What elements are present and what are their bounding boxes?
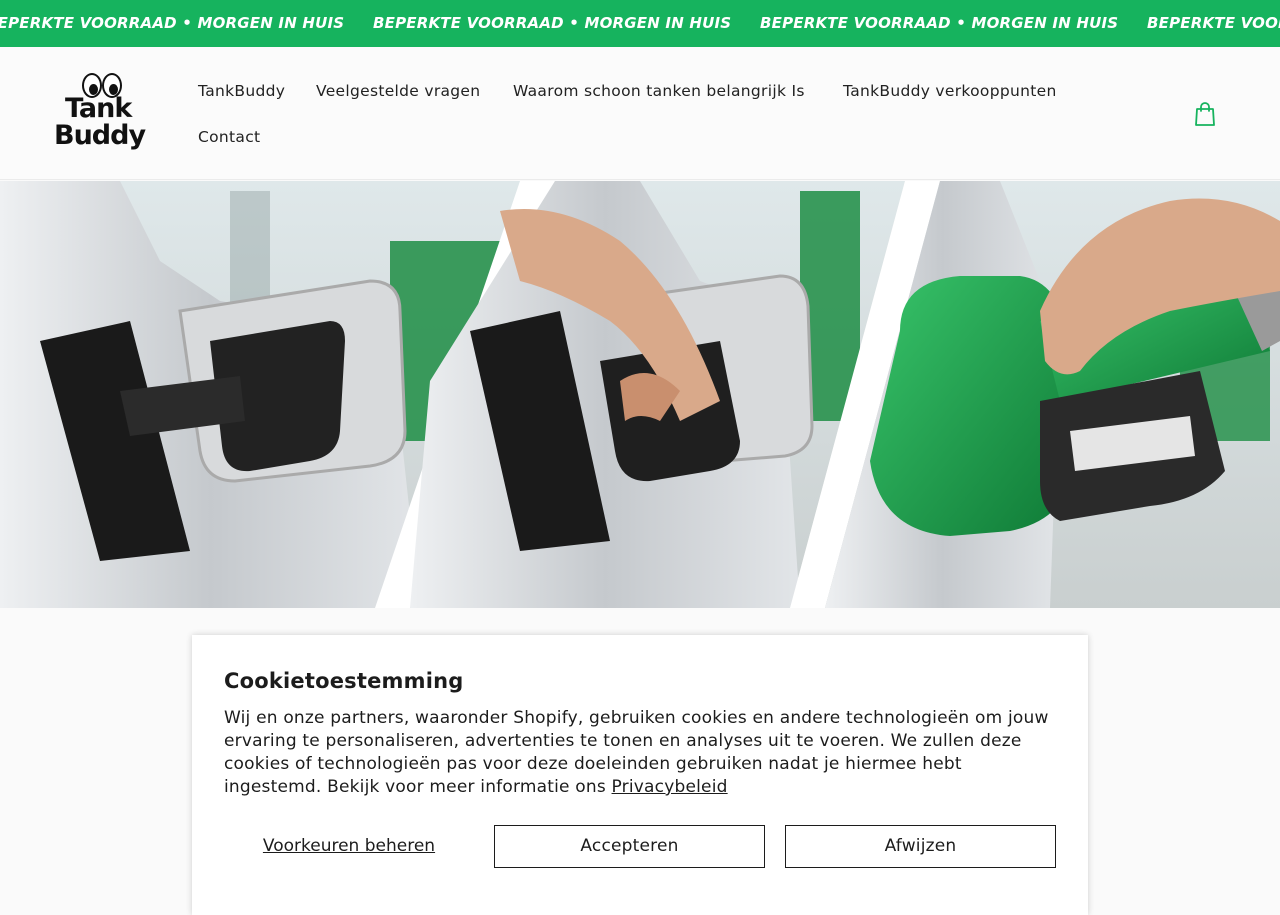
nav-item-points-of-sale[interactable]: TankBuddy verkooppunten [843, 82, 1057, 100]
announcement-message: BEPERKTE VOORRAAD • MORGEN IN HUIS [760, 14, 1119, 32]
announcement-bar: BEPERKTE VOORRAAD • MORGEN IN HUIS BEPERK… [0, 0, 1280, 47]
nav-item-faq[interactable]: Veelgestelde vragen [316, 82, 480, 100]
shopping-bag-icon [1195, 102, 1215, 126]
nav-item-contact[interactable]: Contact [198, 128, 260, 146]
privacy-policy-link[interactable]: Privacybeleid [612, 777, 728, 797]
tankbuddy-logo[interactable]: Tank Buddy [52, 73, 158, 157]
hero-product-photo [0, 181, 1280, 608]
accept-button[interactable]: Accepteren [494, 825, 765, 868]
logo-text-line1: Tank [65, 93, 132, 124]
cart-button[interactable] [1193, 101, 1217, 127]
announcement-message: BEPERKTE VOORRAAD • MORGEN IN HUIS [1147, 14, 1280, 32]
logo-text-line2: Buddy [54, 120, 146, 151]
announcement-message: BEPERKTE VOORRAAD • MORGEN IN HUIS [0, 14, 345, 32]
nav-item-why-clean-fueling[interactable]: Waarom schoon tanken belangrijk Is [513, 82, 805, 100]
cookie-consent-banner: Cookietoestemming Wij en onze partners, … [192, 635, 1088, 915]
cookie-title: Cookietoestemming [224, 669, 464, 693]
site-header: Tank Buddy TankBuddy Veelgestelde vragen… [0, 47, 1280, 180]
hero-image [0, 181, 1280, 608]
announcement-track: BEPERKTE VOORRAAD • MORGEN IN HUIS BEPERK… [0, 13, 1280, 32]
announcement-message: BEPERKTE VOORRAAD • MORGEN IN HUIS [373, 14, 732, 32]
decline-button[interactable]: Afwijzen [785, 825, 1056, 868]
cookie-body-text: Wij en onze partners, waaronder Shopify,… [224, 707, 1064, 799]
nav-item-tankbuddy[interactable]: TankBuddy [198, 82, 285, 100]
manage-preferences-button[interactable]: Voorkeuren beheren [224, 825, 474, 867]
